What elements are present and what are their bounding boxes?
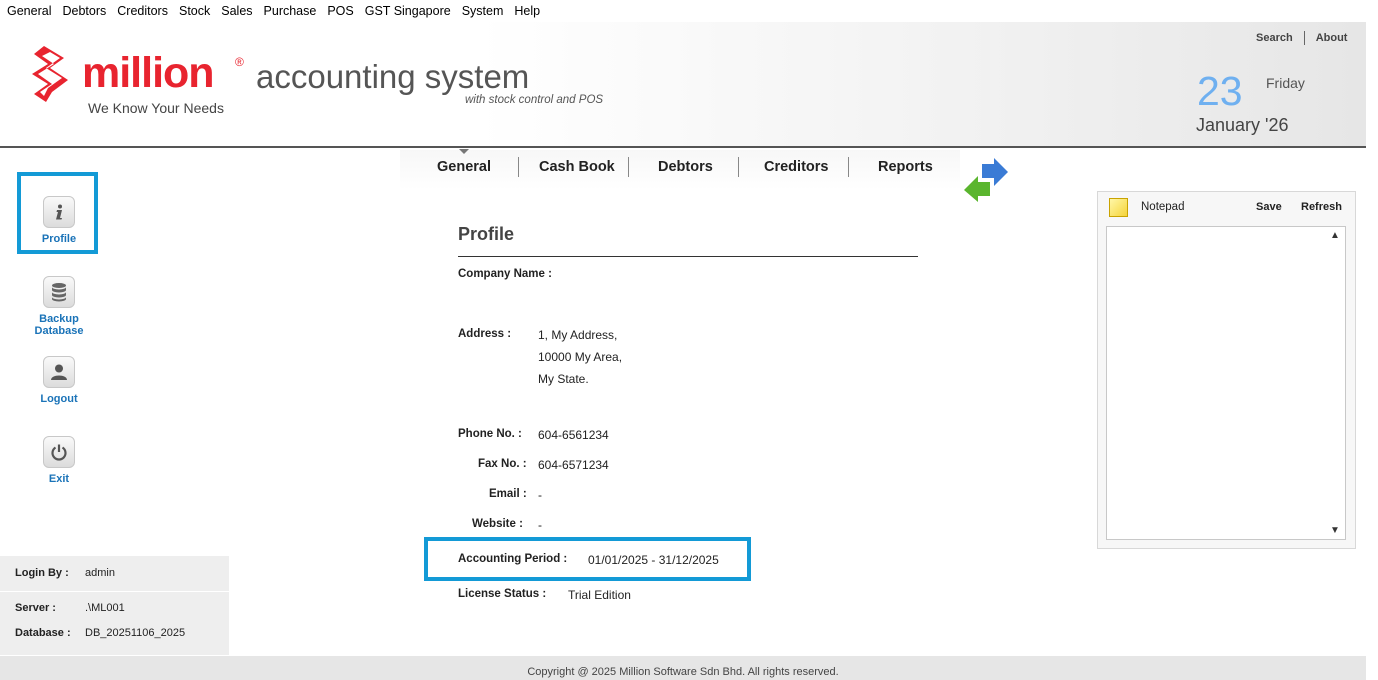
database-icon (43, 276, 75, 308)
menu-purchase[interactable]: Purchase (264, 4, 317, 18)
website-label: Website : (472, 518, 523, 530)
sidebar-item-backup-database[interactable]: Backup Database (14, 276, 104, 337)
tab-reports[interactable]: Reports (878, 159, 933, 175)
scroll-up-icon[interactable]: ▲ (1330, 230, 1340, 241)
sidebar-item-profile[interactable]: Profile (14, 196, 104, 245)
product-name: accounting system (256, 58, 530, 95)
fax-label: Fax No. : (478, 458, 527, 470)
info-icon (43, 196, 75, 228)
sidebar-item-logout[interactable]: Logout (14, 356, 104, 405)
search-link[interactable]: Search (1256, 32, 1293, 44)
about-link[interactable]: About (1316, 32, 1348, 44)
top-links-divider (1303, 31, 1305, 45)
login-by-label: Login By : (15, 567, 69, 579)
address-line-2: 10000 My Area, (538, 350, 623, 364)
top-links: Search About (1256, 31, 1347, 45)
accounting-period-label: Accounting Period : (458, 553, 568, 565)
tab-divider (738, 157, 739, 177)
sticky-note-icon (1109, 198, 1128, 217)
tab-divider (628, 157, 629, 177)
phone-value: 604-6561234 (538, 428, 609, 442)
menu-creditors[interactable]: Creditors (117, 4, 168, 18)
address-label: Address : (458, 328, 512, 340)
million-logo-icon (32, 46, 68, 102)
brand-name: million (82, 49, 215, 97)
swap-arrows-icon[interactable] (962, 156, 1010, 204)
login-divider (0, 591, 229, 592)
menu-bar: General Debtors Creditors Stock Sales Pu… (0, 0, 1378, 22)
tab-general[interactable]: General (437, 159, 491, 175)
database-value: DB_20251106_2025 (85, 627, 186, 639)
login-by-row: Login By : admin (15, 567, 115, 579)
tab-cash-book[interactable]: Cash Book (539, 159, 615, 175)
menu-stock[interactable]: Stock (179, 4, 210, 18)
notepad-textarea[interactable] (1106, 226, 1346, 540)
database-label: Database : (15, 627, 71, 639)
database-row: Database : DB_20251106_2025 (15, 627, 185, 639)
brand-tagline: We Know Your Needs (88, 100, 224, 116)
server-value: .\ML001 (85, 602, 125, 614)
product-subtitle: with stock control and POS (465, 94, 604, 106)
menu-debtors[interactable]: Debtors (62, 4, 106, 18)
fax-value: 604-6571234 (538, 458, 609, 472)
notepad-refresh-button[interactable]: Refresh (1301, 201, 1342, 213)
sidebar-item-label: Profile (41, 233, 77, 245)
title-divider (458, 256, 918, 257)
accounting-period-value: 01/01/2025 - 31/12/2025 (588, 553, 719, 567)
tab-divider (518, 157, 519, 177)
date-weekday: Friday (1266, 75, 1305, 91)
tab-debtors[interactable]: Debtors (658, 159, 713, 175)
sidebar-item-label: Logout (40, 393, 78, 405)
menu-system[interactable]: System (462, 4, 504, 18)
user-icon (43, 356, 75, 388)
active-tab-pointer-icon (459, 149, 469, 154)
header-divider (0, 146, 1366, 148)
sidebar-item-label: Exit (48, 473, 70, 485)
tab-divider (848, 157, 849, 177)
address-line-3: My State. (538, 372, 589, 386)
license-status-label: License Status : (458, 588, 547, 600)
menu-sales[interactable]: Sales (221, 4, 252, 18)
page-title: Profile (458, 224, 515, 244)
power-icon (43, 436, 75, 468)
menu-help[interactable]: Help (514, 4, 540, 18)
email-value: - (538, 488, 542, 502)
address-line-1: 1, My Address, (538, 328, 618, 342)
notepad-title: Notepad (1141, 201, 1185, 213)
login-info-panel: Login By : admin Server : .\ML001 Databa… (0, 556, 229, 655)
date-month: January '26 (1196, 115, 1289, 135)
email-label: Email : (489, 488, 527, 500)
server-label: Server : (15, 602, 56, 614)
sidebar-item-label: Backup Database (34, 313, 84, 337)
menu-pos[interactable]: POS (327, 4, 353, 18)
server-row: Server : .\ML001 (15, 602, 125, 614)
footer-copyright: Copyright @ 2025 Million Software Sdn Bh… (0, 656, 1366, 680)
menu-general[interactable]: General (7, 4, 51, 18)
license-status-value: Trial Edition (568, 588, 631, 602)
login-by-value: admin (85, 567, 115, 579)
menu-gst-singapore[interactable]: GST Singapore (365, 4, 451, 18)
scroll-down-icon[interactable]: ▼ (1330, 525, 1340, 536)
sidebar-item-exit[interactable]: Exit (14, 436, 104, 485)
registered-mark: ® (235, 55, 244, 69)
date-day: 23 (1197, 68, 1243, 114)
company-name-label: Company Name : (458, 268, 552, 280)
website-value: - (538, 518, 542, 532)
notepad-save-button[interactable]: Save (1256, 201, 1282, 213)
tab-creditors[interactable]: Creditors (764, 159, 828, 175)
phone-label: Phone No. : (458, 428, 522, 440)
